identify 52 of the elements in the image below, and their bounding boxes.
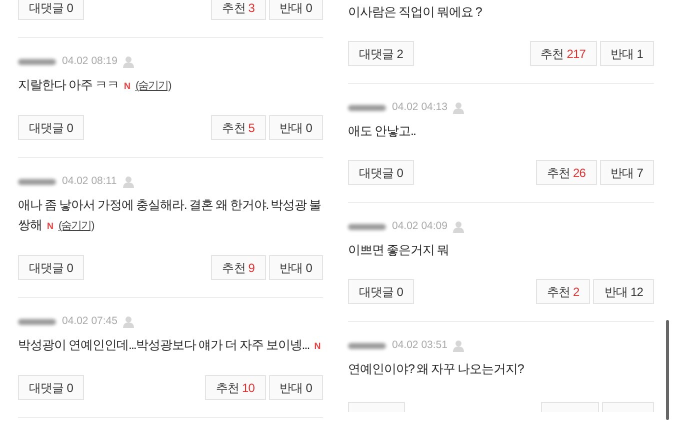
comment-time: 04.02 03:51 — [392, 338, 448, 354]
comment-time: 04.02 07:45 — [62, 314, 118, 330]
reply-button[interactable]: 대댓글 2 — [348, 41, 414, 66]
blurred-username — [348, 105, 386, 111]
downvote-button[interactable]: 반대 7 — [600, 160, 654, 185]
person-icon — [123, 56, 134, 68]
reply-button[interactable]: 대댓글 0 — [348, 160, 414, 185]
downvote-button[interactable]: 반대 0 — [268, 0, 323, 20]
comment-text: 이사람은 직업이 뭐에요 ? — [348, 4, 483, 21]
downvote-button[interactable]: 반대 0 — [268, 255, 323, 280]
comment-time: 04.02 08:19 — [62, 54, 118, 70]
comment-text: 연예인이야? 왜 자꾸 나오는거지? — [348, 361, 525, 378]
blurred-username — [18, 59, 56, 65]
reply-button[interactable]: 대댓글 0 — [18, 255, 84, 280]
person-icon — [453, 340, 464, 352]
new-label: N — [124, 81, 130, 91]
comment-text: 애도 안낳고.. — [348, 123, 416, 140]
comment-time: 04.02 04:09 — [392, 219, 448, 234]
person-icon — [453, 221, 464, 233]
upvote-button[interactable]: 추천 2 — [536, 279, 590, 304]
blurred-username — [348, 224, 386, 230]
reply-button[interactable]: 대댓글 0 — [348, 279, 414, 304]
blurred-username — [18, 179, 56, 185]
comment-text: 박성광이 연예인인데...박성광보다 얘가 더 자주 보이넹... N — [18, 337, 322, 354]
person-icon — [122, 176, 134, 188]
reply-button[interactable]: 대댓글 0 — [18, 375, 84, 400]
upvote-button[interactable]: 추천 217 — [530, 41, 597, 66]
upvote-button[interactable]: 추천 9 — [211, 255, 266, 280]
upvote-button[interactable]: 추천 3 — [211, 0, 266, 20]
person-icon — [453, 102, 464, 114]
upvote-button[interactable]: 추천 26 — [536, 160, 597, 185]
comment-text: 애나 좀 낳아서 가정에 충실해라. 결혼 왜 한거야. 박성광 불쌍해 N (숨기기) — [18, 197, 322, 234]
new-label: N — [47, 221, 52, 231]
reply-button[interactable]: 대댓글 0 — [18, 115, 84, 140]
comment-text: 지랄한다 아주 ㅋㅋ N (숨기기) — [18, 77, 172, 94]
scrollbar-thumb[interactable] — [666, 320, 669, 420]
comment-time: 04.02 08:11 — [62, 174, 117, 190]
downvote-button[interactable]: 반대 0 — [268, 115, 323, 140]
upvote-button[interactable]: 추천 5 — [211, 115, 266, 140]
downvote-button[interactable]: 반대 0 — [268, 375, 323, 400]
new-label: N — [314, 341, 320, 351]
hide-link[interactable]: (숨기기) — [58, 220, 94, 232]
comment-text: 이쁘면 좋은거지 뭐 — [348, 242, 450, 259]
reply-button[interactable]: 대댓글 0 — [18, 0, 84, 20]
upvote-button[interactable]: 추천 10 — [204, 375, 266, 400]
downvote-button[interactable]: 반대 12 — [593, 279, 654, 304]
person-icon — [123, 316, 134, 328]
hide-link[interactable]: (숨기기) — [135, 80, 171, 92]
downvote-button[interactable]: 반대 1 — [600, 41, 654, 66]
blurred-username — [348, 343, 386, 349]
blurred-username — [18, 319, 56, 325]
comment-time: 04.02 04:13 — [392, 100, 448, 116]
